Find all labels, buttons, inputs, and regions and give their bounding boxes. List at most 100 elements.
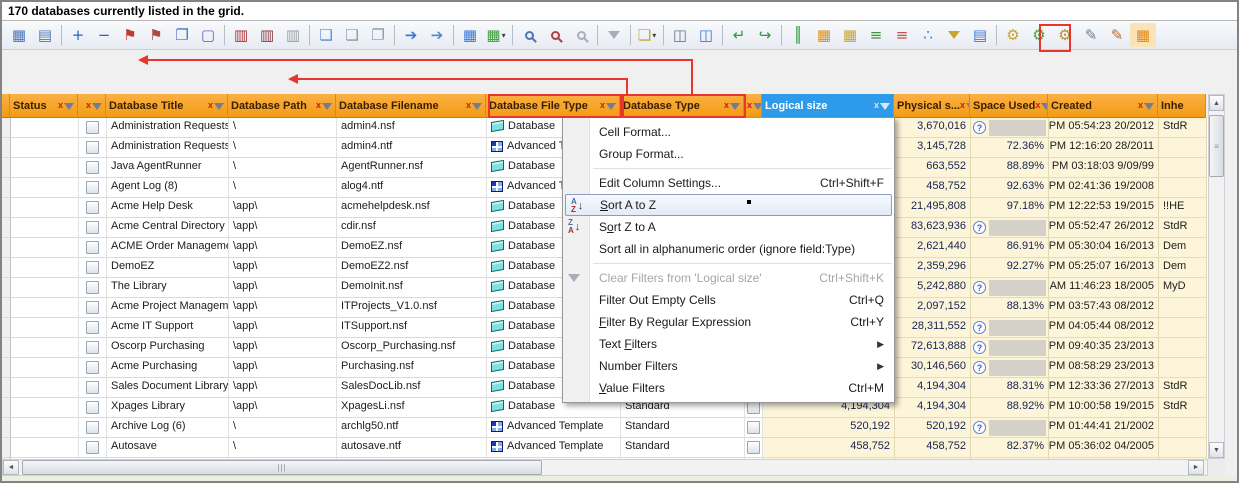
row-checkbox[interactable]	[745, 418, 763, 438]
freeze-middle-column-icon[interactable]: ▥	[254, 23, 280, 47]
filter-icon[interactable]: x	[466, 101, 482, 110]
flag-back-icon[interactable]: ⚑	[117, 23, 143, 47]
column-header-logical[interactable]: Logical sizex	[762, 94, 894, 118]
checkbox[interactable]	[86, 421, 99, 434]
column-header-inherit[interactable]: Inhe	[1158, 94, 1206, 118]
export-settings-icon[interactable]: ➔	[424, 23, 450, 47]
expand-columns-icon[interactable]: ◫	[693, 23, 719, 47]
remove-row-icon[interactable]: −	[91, 23, 117, 47]
horizontal-scroll-thumb[interactable]: |||	[22, 460, 542, 475]
column-header-created[interactable]: Createdx	[1048, 94, 1158, 118]
row-checkbox[interactable]	[79, 338, 107, 358]
row-checkbox[interactable]	[79, 238, 107, 258]
menu-item-sort-z-to-a[interactable]: ZA↓Sort Z to A	[563, 216, 894, 238]
column-header-path[interactable]: Database Pathx	[228, 94, 336, 118]
scroll-left-button[interactable]: ◄	[3, 460, 19, 475]
checkbox[interactable]	[86, 161, 99, 174]
filter-icon[interactable]: x	[1138, 101, 1154, 110]
jump-forward-icon[interactable]: ↪	[752, 23, 778, 47]
row-checkbox[interactable]	[79, 358, 107, 378]
column-header-status[interactable]: Statusx	[10, 94, 78, 118]
filter-icon[interactable]: x	[600, 101, 616, 110]
column-header-filetype[interactable]: Database File Typex	[486, 94, 620, 118]
vertical-scroll-thumb[interactable]: ≡	[1209, 115, 1224, 177]
add-note-icon[interactable]: ❏▾	[634, 23, 660, 47]
chart-grid-icon[interactable]: ▦	[1130, 23, 1156, 47]
scroll-down-button[interactable]: ▼	[1209, 442, 1224, 458]
column-header-physical[interactable]: Physical s...x	[894, 94, 970, 118]
grid-checkmarks-icon[interactable]: ▦▾	[483, 23, 509, 47]
select-shape-icon[interactable]: ▢	[195, 23, 221, 47]
row-checkbox[interactable]	[79, 318, 107, 338]
checkbox[interactable]	[747, 441, 760, 454]
filter-icon[interactable]: x	[58, 101, 74, 110]
row-checkbox[interactable]	[79, 378, 107, 398]
vertical-scrollbar[interactable]: ▲ ≡ ▼	[1208, 94, 1225, 459]
column-header-space[interactable]: Space Usedx	[970, 94, 1048, 118]
menu-item-filter-out-empty-cells[interactable]: Filter Out Empty CellsCtrl+Q	[563, 289, 894, 311]
scroll-right-button[interactable]: ►	[1188, 460, 1204, 475]
checkbox[interactable]	[86, 341, 99, 354]
row-checkbox[interactable]	[79, 438, 107, 458]
column-header-title[interactable]: Database Titlex	[106, 94, 228, 118]
filter-icon[interactable]: x	[747, 101, 762, 110]
row-checkbox[interactable]	[79, 138, 107, 158]
filter-icon[interactable]: x	[724, 101, 740, 110]
checkbox[interactable]	[86, 201, 99, 214]
filter-icon[interactable]: x	[960, 101, 970, 110]
jump-back-icon[interactable]: ↵	[726, 23, 752, 47]
checkbox[interactable]	[86, 301, 99, 314]
gear-box-icon[interactable]: ⚙	[1052, 23, 1078, 47]
row-checkbox[interactable]	[79, 178, 107, 198]
checkbox[interactable]	[86, 181, 99, 194]
horizontal-scrollbar[interactable]: ◄ ||| ►	[2, 459, 1208, 476]
export-icon[interactable]: ➔	[398, 23, 424, 47]
flag-forward-icon[interactable]: ⚑	[143, 23, 169, 47]
zoom-off-icon[interactable]	[568, 23, 594, 47]
filter-hierarchy-icon[interactable]	[941, 23, 967, 47]
checkbox[interactable]	[86, 381, 99, 394]
checkbox[interactable]	[86, 281, 99, 294]
filter-disabled-icon[interactable]	[601, 23, 627, 47]
checkbox[interactable]	[86, 401, 99, 414]
filter-icon[interactable]: x	[1035, 101, 1048, 110]
column-header-sel[interactable]: x	[78, 94, 106, 118]
terminal-list-icon[interactable]: ▤	[967, 23, 993, 47]
filter-icon[interactable]: x	[874, 101, 890, 110]
freeze-first-column-icon[interactable]: ▥	[228, 23, 254, 47]
doc-edit-icon[interactable]: ✎	[1078, 23, 1104, 47]
grid-settings-icon[interactable]: ▦	[6, 23, 32, 47]
checkbox[interactable]	[86, 261, 99, 274]
row-checkbox[interactable]	[79, 298, 107, 318]
row-checkbox[interactable]	[79, 418, 107, 438]
checkbox[interactable]	[86, 321, 99, 334]
menu-item-text-filters[interactable]: Text Filters▶	[563, 333, 894, 355]
checkbox[interactable]	[86, 221, 99, 234]
doc-sign-icon[interactable]: ✎	[1104, 23, 1130, 47]
freeze-off-icon[interactable]: ▥	[280, 23, 306, 47]
menu-item-group-format[interactable]: Group Format...	[563, 143, 894, 165]
row-checkbox[interactable]	[745, 438, 763, 458]
selection-area-icon[interactable]: ❏	[313, 23, 339, 47]
column-header-fsel[interactable]: x	[744, 94, 762, 118]
table-row[interactable]: ?	[2, 458, 1208, 459]
menu-item-sort-alphanumeric[interactable]: Sort all in alphanumeric order (ignore f…	[563, 238, 894, 260]
copy-structure-icon[interactable]: ❐	[169, 23, 195, 47]
row-checkbox[interactable]	[79, 458, 107, 459]
checkbox[interactable]	[86, 141, 99, 154]
table-properties-icon[interactable]: ▤	[32, 23, 58, 47]
flow-chart-icon[interactable]: ∴	[915, 23, 941, 47]
copy-page-icon[interactable]: ❏	[339, 23, 365, 47]
rows-group-icon[interactable]: ≡	[863, 23, 889, 47]
checkbox[interactable]	[86, 241, 99, 254]
collapse-columns-icon[interactable]: ◫	[667, 23, 693, 47]
zoom-selection-icon[interactable]	[516, 23, 542, 47]
gear-build-icon[interactable]: ⚙	[1000, 23, 1026, 47]
checkbox[interactable]	[86, 361, 99, 374]
filter-icon[interactable]: x	[316, 101, 332, 110]
row-checkbox[interactable]	[79, 198, 107, 218]
row-checkbox[interactable]	[745, 458, 763, 459]
comment-grid-icon[interactable]: ▦	[837, 23, 863, 47]
checkbox[interactable]	[86, 121, 99, 134]
popup-grid-icon[interactable]: ▦	[457, 23, 483, 47]
